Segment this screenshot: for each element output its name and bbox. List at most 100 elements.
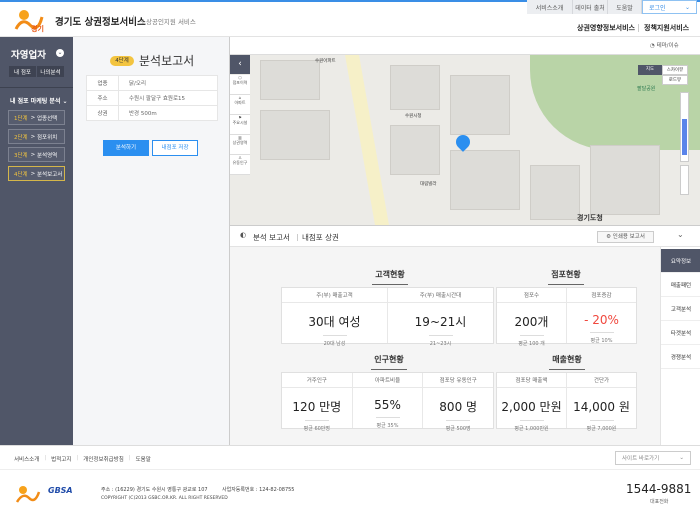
tab-summary[interactable]: 요약정보 [661, 249, 700, 273]
footer: GBSA 주소 : (16229) 경기도 수원시 영통구 광교로 107 사업… [0, 470, 700, 525]
pie-chart-icon: ◔ [650, 43, 655, 49]
info-key: 주소 [87, 91, 119, 105]
store-card: 점포수 200개 평균 100 개 점포증감 - 20% 평균 10% [496, 287, 637, 347]
stat-average: 평균 10% [590, 338, 613, 344]
stat-header: 아파트비율 [352, 373, 423, 388]
stat-header: 점포당 매출액 [497, 373, 566, 388]
stat-header: 건단가 [567, 373, 636, 388]
tool-label: 아파트 [234, 100, 246, 105]
footer-link-privacy[interactable]: 개인정보취급방침 [83, 455, 123, 463]
step-2[interactable]: 2단계 > 점포위치 [8, 129, 65, 144]
stat-cell: 거주인구 120 만명 평균 60만명 [282, 373, 353, 432]
save-store-button[interactable]: 내점포 저장 [152, 140, 198, 156]
location-pin-icon[interactable] [453, 132, 473, 152]
map-type-map[interactable]: 지도 [638, 65, 662, 75]
chevron-down-icon: ⌄ [679, 455, 684, 461]
step-badge: 4단계 [110, 56, 134, 66]
theme-label: 테마/이슈 [656, 43, 679, 49]
map-label: 경기도청 [577, 214, 603, 222]
map-controls[interactable] [680, 165, 689, 195]
chevron-down-icon[interactable]: ⌄ [56, 49, 64, 57]
map-tool-population[interactable]: ♙ 유동인구 [230, 155, 250, 175]
info-key: 상권 [87, 106, 119, 120]
stat-cell: 점포당 매출액 2,000 만원 평균 1,000만원 [497, 373, 567, 432]
sidebar-section-title[interactable]: 내 점포 마케팅 분석 ⌄ [10, 96, 68, 105]
util-service-intro[interactable]: 서비스소개 [527, 0, 573, 14]
panel-title: 분석보고서 [139, 54, 195, 68]
map-type-skyview[interactable]: 스카이뷰 [662, 65, 688, 75]
map-tool-area[interactable]: ▥ 상권영역 [230, 135, 250, 155]
tool-label: 상권영역 [232, 140, 248, 145]
section-title-sales: 매출현황 [547, 354, 587, 370]
step-1[interactable]: 1단계 > 업종선택 [8, 110, 65, 125]
info-row-address: 주소 수원시 팔달구 효원로15 [86, 90, 218, 106]
footer-links: 서비스소개 | 법적고지 | 개인정보취급방침 | 도움말 사이트 바로가기 ⌄ [0, 445, 700, 470]
footer-link-intro[interactable]: 서비스소개 [14, 455, 39, 463]
stat-cell: 주(부) 매출시간대 19~21시 21~23시 [388, 288, 493, 347]
stat-cell: 건단가 14,000 원평균 7,000원 [567, 373, 636, 432]
map-toolbar: ◔ 테마/이슈 [230, 37, 700, 55]
analyze-button[interactable]: 분석하기 [103, 140, 149, 156]
sidebar: 자영업자 ⌄ 내 점포 나의분석 내 점포 마케팅 분석 ⌄ 1단계 > 업종선택… [0, 37, 73, 445]
tool-label: 접포이력 [232, 80, 248, 85]
footer-link-help[interactable]: 도움말 [136, 455, 151, 463]
stat-value: 14,000 원 [567, 398, 636, 421]
nav-policy-support[interactable]: 정책지원서비스 [644, 23, 689, 33]
zoom-slider[interactable] [680, 92, 689, 162]
util-data-source[interactable]: 데이터 출처 [573, 0, 608, 14]
svg-text:경기: 경기 [31, 24, 44, 33]
print-report-button[interactable]: ⚙ 인쇄용 보고서 [597, 231, 654, 243]
stat-average: 21~23시 [429, 341, 452, 347]
chevron-down-icon[interactable]: ⌄ [677, 230, 684, 239]
tool-label: 유동인구 [232, 160, 248, 165]
my-analysis-button[interactable]: 나의분석 [37, 66, 64, 77]
tab-competition-analysis[interactable]: 경쟁분석 [661, 345, 700, 369]
stat-average: 평균 7,000원 [586, 426, 617, 432]
stat-average: 평균 35% [376, 423, 399, 429]
step-4[interactable]: 4단계 > 분석보고서 [8, 166, 65, 181]
map-type-roadview[interactable]: 로드뷰 [662, 75, 688, 85]
step-label: 업종선택 [36, 115, 58, 122]
footer-link-legal[interactable]: 법적고지 [51, 455, 71, 463]
step-3[interactable]: 3단계 > 분석영역 [8, 147, 65, 162]
section-title-customer: 고객현황 [370, 269, 410, 285]
map-tool-store-history[interactable]: ⬡ 접포이력 [230, 75, 250, 95]
theme-issue-button[interactable]: ◔ 테마/이슈 [650, 41, 679, 49]
site-shortcut-select[interactable]: 사이트 바로가기 ⌄ [615, 451, 691, 465]
tab-customer-analysis[interactable]: 고객분석 [661, 297, 700, 321]
info-value: 닭/오리 [129, 81, 147, 87]
section-label: 내 점포 마케팅 분석 [10, 98, 61, 105]
login-button[interactable]: 로그인 ⌄ [642, 0, 697, 14]
gyeonggi-logo[interactable]: 경기 [12, 7, 46, 33]
road [345, 55, 389, 225]
info-key: 업종 [87, 76, 119, 90]
map[interactable]: 수원아파트 팔달공원 경기도청 수원시청 대림빌라 ‹ ⬡ 접포이력 ⌂ 아파트 ⚑… [230, 55, 700, 225]
step-label: 점포위치 [36, 134, 58, 141]
map-tool-apartment[interactable]: ⌂ 아파트 [230, 95, 250, 115]
map-label: 팔달공원 [637, 86, 656, 92]
footer-bizno: 사업자등록번호 : 124-82-08755 [222, 487, 295, 493]
my-store-button[interactable]: 내 점포 [9, 66, 36, 77]
tab-sales-pattern[interactable]: 매출패턴 [661, 273, 700, 297]
chevron-down-icon: ⌄ [684, 3, 690, 11]
footer-address: 주소 : (16229) 경기도 수원시 영통구 광교로 107 [101, 487, 208, 493]
stat-header: 주(부) 매출시간대 [388, 288, 493, 303]
tab-target-analysis[interactable]: 타겟분석 [661, 321, 700, 345]
stat-value: 55% [353, 398, 423, 418]
pie-chart-icon: ◐ [240, 231, 247, 239]
gbsa-logo: GBSA [48, 486, 73, 495]
map-tool-facility[interactable]: ⚑ 주요시설 [230, 115, 250, 135]
info-row-area: 상권 반경 500m [86, 105, 218, 121]
stat-header: 거주인구 [282, 373, 352, 388]
step-label: 분석영역 [36, 152, 58, 159]
nav-commercial-impact[interactable]: 상권영향정보서비스 [577, 23, 635, 33]
util-help[interactable]: 도움말 [608, 0, 642, 14]
info-value: 반경 500m [129, 111, 157, 117]
stat-value: 800 명 [423, 398, 493, 421]
divider [133, 15, 134, 24]
stat-value: 19~21시 [388, 313, 493, 336]
customer-card: 주(부) 매출고객 30대 여성 20대 남성 주(부) 매출시간대 19~21시 21~… [281, 287, 494, 347]
stat-cell: 점포당 유동인구 800 명 평균 500명 [423, 373, 494, 432]
collapse-panel-button[interactable]: ‹ [230, 55, 250, 74]
step-number: 4단계 [14, 171, 28, 178]
